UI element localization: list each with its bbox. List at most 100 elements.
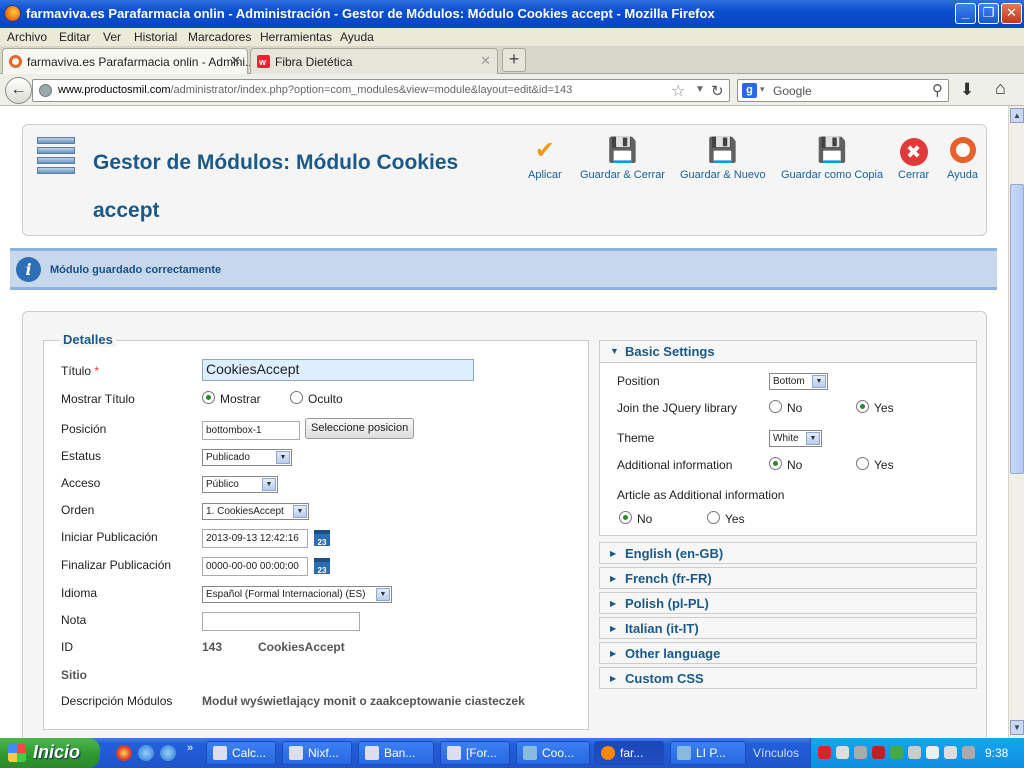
task-coo[interactable]: Coo... [516, 741, 590, 765]
details-legend: Detalles [60, 332, 116, 347]
firefox-icon [4, 5, 21, 22]
task-for[interactable]: [For... [440, 741, 510, 765]
publish-down-input[interactable]: 0000-00-00 00:00:00 [202, 557, 308, 576]
additional-yes-radio[interactable] [856, 457, 869, 470]
quicklaunch-more-icon[interactable]: » [187, 742, 193, 754]
back-button[interactable]: ← [5, 77, 32, 104]
additional-info-label: Additional information [617, 458, 733, 472]
maximize-button[interactable]: ❐ [978, 3, 999, 24]
network-icon[interactable] [944, 746, 957, 759]
search-bar[interactable]: g ▾ Google ⚲ [737, 79, 949, 102]
article-yes-radio[interactable] [707, 511, 720, 524]
title-label: Título * [61, 364, 100, 378]
close-tab-icon[interactable]: ✕ [480, 53, 491, 69]
url-bar[interactable]: www.productosmil.com/administrator/index… [32, 79, 730, 102]
task-firefox[interactable]: far... [594, 741, 664, 765]
article-no-option: No [637, 512, 653, 526]
article-yes-option: Yes [725, 512, 745, 526]
download-icon[interactable]: ⬇ [960, 80, 974, 100]
hide-title-radio[interactable] [290, 391, 303, 404]
task-li[interactable]: LI P... [670, 741, 746, 765]
scroll-down-icon[interactable]: ▼ [1010, 720, 1024, 735]
minimize-button[interactable]: _ [955, 3, 976, 24]
task-nixf[interactable]: Nixf... [282, 741, 352, 765]
language-select[interactable]: Español (Formal Internacional) (ES) ▼ [202, 586, 392, 603]
google-icon[interactable]: g [742, 83, 757, 98]
scroll-up-icon[interactable]: ▲ [1010, 108, 1024, 123]
chrome-icon[interactable] [116, 745, 132, 761]
ie-alt-icon[interactable] [160, 745, 176, 761]
article-no-radio[interactable] [619, 511, 632, 524]
bookmark-star-icon[interactable]: ☆ [671, 81, 685, 101]
section-custom-css[interactable]: ▶ Custom CSS [599, 667, 977, 689]
tab-admin[interactable]: farmaviva.es Parafarmacia onlin - Admini… [2, 48, 255, 74]
url-dropdown-icon[interactable]: ▼ [695, 84, 705, 95]
tray-search-icon[interactable] [836, 746, 849, 759]
title-input[interactable]: CookiesAccept [202, 359, 474, 381]
search-icon[interactable]: ⚲ [932, 81, 943, 99]
section-english[interactable]: ▶ English (en-GB) [599, 542, 977, 564]
menu-ver[interactable]: Ver [103, 30, 121, 44]
engine-dropdown-icon[interactable]: ▾ [760, 84, 765, 95]
save-close-button[interactable]: 💾 Guardar & Cerrar [580, 137, 665, 181]
note-input[interactable] [202, 612, 360, 631]
help-button[interactable]: Ayuda [947, 137, 978, 181]
publish-up-input[interactable]: 2013-09-13 12:42:16 [202, 529, 308, 548]
reload-icon[interactable]: ↻ [711, 82, 724, 100]
save-copy-button[interactable]: 💾 Guardar como Copia [781, 137, 883, 181]
tray-app-icon[interactable] [908, 746, 921, 759]
tab-fibra[interactable]: w Fibra Dietética ✕ [250, 48, 498, 74]
tray-app-icon[interactable] [854, 746, 867, 759]
menu-marcadores[interactable]: Marcadores [188, 30, 251, 44]
section-italian[interactable]: ▶ Italian (it-IT) [599, 617, 977, 639]
volume-icon[interactable] [926, 746, 939, 759]
theme-select[interactable]: White ▼ [769, 430, 822, 447]
firefox-icon [601, 746, 615, 760]
home-icon[interactable]: ⌂ [995, 78, 1006, 99]
menu-ayuda[interactable]: Ayuda [340, 30, 374, 44]
section-other-language[interactable]: ▶ Other language [599, 642, 977, 664]
select-position-button[interactable]: Seleccione posicion [305, 418, 415, 439]
scroll-thumb[interactable] [1010, 184, 1024, 474]
menu-historial[interactable]: Historial [134, 30, 177, 44]
basic-settings-header[interactable]: ▼ Basic Settings [600, 341, 976, 363]
links-toolbar[interactable]: Vínculos [753, 746, 799, 760]
show-title-radio[interactable] [202, 391, 215, 404]
menu-archivo[interactable]: Archivo [7, 30, 47, 44]
apply-button[interactable]: ✔ Aplicar [528, 137, 562, 181]
calc-icon [213, 746, 227, 760]
url-text: www.productosmil.com/administrator/index… [58, 84, 573, 96]
vertical-scrollbar[interactable]: ▲ ▼ [1008, 106, 1024, 738]
position-setting-select[interactable]: Bottom ▼ [769, 373, 828, 390]
position-input[interactable]: bottombox-1 [202, 421, 300, 440]
triangle-right-icon: ▶ [610, 649, 617, 658]
section-polish[interactable]: ▶ Polish (pl-PL) [599, 592, 977, 614]
close-tab-icon[interactable]: ✕ [230, 53, 241, 69]
menu-herramientas[interactable]: Herramientas [260, 30, 332, 44]
new-tab-button[interactable]: + [502, 48, 526, 72]
task-calc[interactable]: Calc... [206, 741, 276, 765]
close-window-button[interactable]: ✕ [1001, 3, 1022, 24]
calendar-icon[interactable]: 23 [314, 558, 330, 575]
description-value: Moduł wyświetlający monit o zaakceptowan… [202, 694, 525, 708]
jquery-no-radio[interactable] [769, 400, 782, 413]
order-select[interactable]: 1. CookiesAccept ▼ [202, 503, 309, 520]
additional-no-radio[interactable] [769, 457, 782, 470]
tray-app-icon[interactable] [818, 746, 831, 759]
calendar-icon[interactable]: 23 [314, 530, 330, 547]
page-title: Gestor de Módulos: Módulo Cookies accept [93, 151, 459, 222]
start-button[interactable]: Inicio [0, 738, 100, 768]
jquery-yes-radio[interactable] [856, 400, 869, 413]
tray-app-icon[interactable] [962, 746, 975, 759]
task-ban[interactable]: Ban... [358, 741, 434, 765]
save-new-button[interactable]: 💾 Guardar & Nuevo [680, 137, 766, 181]
tray-app-icon[interactable] [890, 746, 903, 759]
menu-editar[interactable]: Editar [59, 30, 90, 44]
access-select[interactable]: Público ▼ [202, 476, 278, 493]
section-french[interactable]: ▶ French (fr-FR) [599, 567, 977, 589]
ie-icon[interactable] [138, 745, 154, 761]
status-select[interactable]: Publicado ▼ [202, 449, 292, 466]
tray-shield-icon[interactable] [872, 746, 885, 759]
close-button[interactable]: ✖ Cerrar [898, 137, 929, 181]
triangle-down-icon: ▼ [610, 346, 619, 356]
